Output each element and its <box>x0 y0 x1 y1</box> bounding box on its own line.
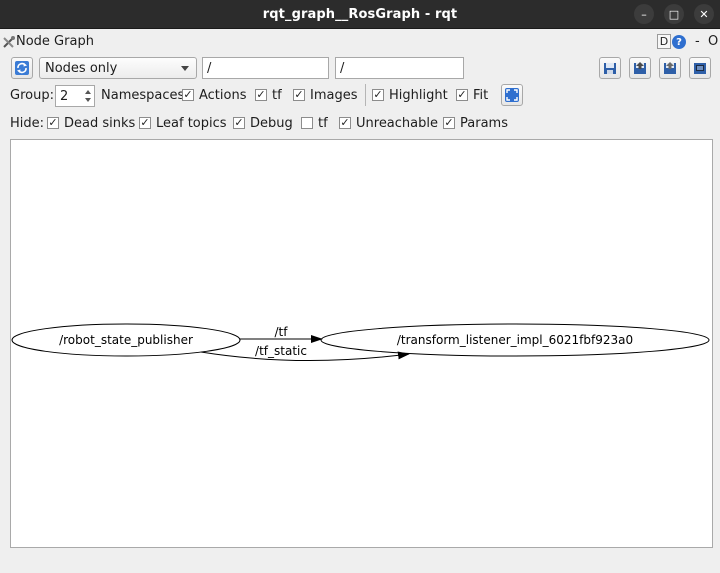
window-titlebar: rqt_graph__RosGraph - rqt – □ ✕ <box>0 0 720 29</box>
spin-down-icon[interactable] <box>85 98 91 102</box>
node-filter-input[interactable]: / <box>202 57 329 79</box>
dead-sinks-checkbox[interactable]: ✓ <box>47 117 59 129</box>
fit-view-icon <box>505 88 519 102</box>
actions-checkbox[interactable]: ✓ <box>182 89 194 101</box>
namespaces-label: Namespaces <box>101 88 185 103</box>
edge-label: /tf_static <box>255 344 307 358</box>
save-dot-icon <box>634 62 646 74</box>
dock-label: D <box>659 35 669 48</box>
node-label: /robot_state_publisher <box>59 333 193 347</box>
graph-edge-tf[interactable]: /tf <box>240 325 323 343</box>
minimize-plugin-button[interactable]: - <box>695 34 700 49</box>
fit-view-button[interactable] <box>501 84 523 106</box>
images-label: Images <box>310 88 358 103</box>
window-title: rqt_graph__RosGraph - rqt <box>262 6 458 22</box>
group-value: 2 <box>60 88 69 104</box>
tf-label: tf <box>272 88 282 103</box>
save-image-icon <box>694 63 706 74</box>
graph-svg: /robot_state_publisher /transform_listen… <box>11 323 710 362</box>
dead-sinks-label: Dead sinks <box>64 116 136 131</box>
dock-button[interactable]: D <box>657 34 671 49</box>
tf-checkbox[interactable]: ✓ <box>255 89 267 101</box>
save-svg-button[interactable] <box>659 57 681 79</box>
maximize-button[interactable]: □ <box>664 4 684 24</box>
hide-tf-checkbox[interactable] <box>301 117 313 129</box>
load-dot-icon <box>604 63 616 74</box>
debug-checkbox[interactable]: ✓ <box>233 117 245 129</box>
topic-filter-input[interactable]: / <box>335 57 464 79</box>
hide-tf-label: tf <box>318 116 328 131</box>
chevron-down-icon <box>181 66 189 71</box>
refresh-button[interactable] <box>11 57 33 79</box>
close-button[interactable]: ✕ <box>694 4 714 24</box>
refresh-icon <box>15 61 29 75</box>
group-spinbox[interactable]: 2 <box>55 85 95 107</box>
hide-row: Hide: ✓ Dead sinks ✓ Leaf topics ✓ Debug… <box>0 112 720 136</box>
debug-label: Debug <box>250 116 293 131</box>
leaf-topics-checkbox[interactable]: ✓ <box>139 117 151 129</box>
graph-node-robot-state-publisher[interactable]: /robot_state_publisher <box>11 323 241 357</box>
actions-label: Actions <box>199 88 247 103</box>
close-icon: ✕ <box>699 7 709 21</box>
images-checkbox[interactable]: ✓ <box>293 89 305 101</box>
graph-node-transform-listener[interactable]: /transform_listener_impl_6021fbf923a0 <box>320 323 710 357</box>
options-divider <box>365 84 366 106</box>
fit-label: Fit <box>473 88 489 103</box>
highlight-checkbox[interactable]: ✓ <box>372 89 384 101</box>
graph-mode-select[interactable]: Nodes only <box>39 57 197 79</box>
maximize-icon: □ <box>668 7 680 21</box>
graph-toolbar: Nodes only / / <box>0 56 720 80</box>
group-label: Group: <box>10 88 54 103</box>
topic-filter-value: / <box>340 60 345 76</box>
edge-label: /tf <box>275 325 289 339</box>
leaf-topics-label: Leaf topics <box>156 116 227 131</box>
help-label: ? <box>676 36 682 48</box>
plugin-tools-icon <box>3 36 15 48</box>
minimize-icon: – <box>641 7 647 21</box>
minimize-button[interactable]: – <box>634 4 654 24</box>
plugin-header: Node Graph D ? - O <box>0 30 720 54</box>
graph-canvas[interactable]: /robot_state_publisher /transform_listen… <box>10 139 713 548</box>
unreachable-checkbox[interactable]: ✓ <box>339 117 351 129</box>
fit-checkbox[interactable]: ✓ <box>456 89 468 101</box>
options-row: Group: 2 Namespaces ✓ Actions ✓ tf ✓ Ima… <box>0 84 720 108</box>
params-label: Params <box>460 116 508 131</box>
save-svg-icon <box>664 62 676 74</box>
hide-label: Hide: <box>10 116 45 131</box>
graph-mode-value: Nodes only <box>45 60 118 76</box>
highlight-label: Highlight <box>389 88 448 103</box>
spin-up-icon[interactable] <box>85 90 91 94</box>
params-checkbox[interactable]: ✓ <box>443 117 455 129</box>
help-icon[interactable]: ? <box>672 35 686 49</box>
save-image-button[interactable] <box>689 57 711 79</box>
close-plugin-button[interactable]: O <box>708 34 718 49</box>
unreachable-label: Unreachable <box>356 116 438 131</box>
node-filter-value: / <box>207 60 212 76</box>
plugin-title: Node Graph <box>16 34 94 49</box>
node-label: /transform_listener_impl_6021fbf923a0 <box>397 333 633 347</box>
load-dot-button[interactable] <box>599 57 621 79</box>
save-dot-button[interactable] <box>629 57 651 79</box>
